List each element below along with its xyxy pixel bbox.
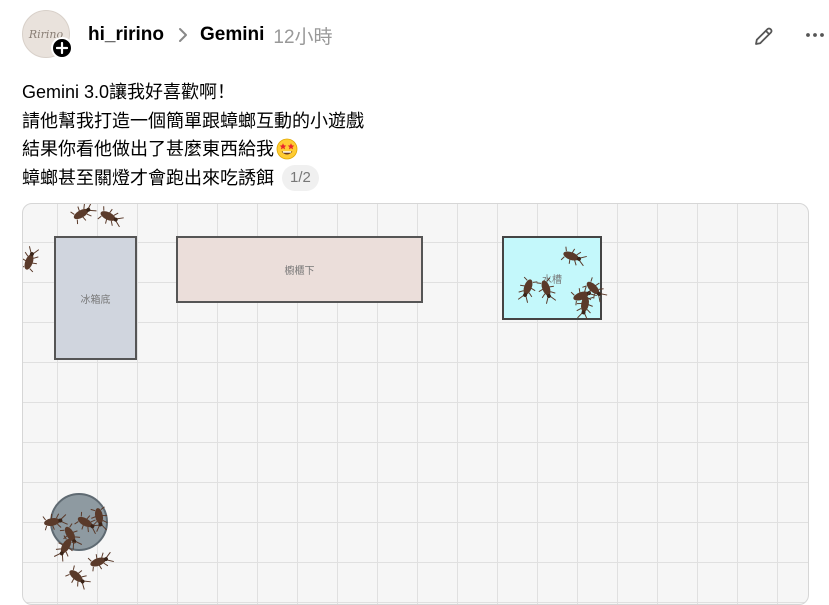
cockroach-icon (70, 204, 97, 225)
topic-link[interactable]: Gemini (200, 24, 264, 46)
zone-sink-label: 水槽 (542, 274, 562, 286)
post-line-4: 蟑螂甚至關燈才會跑出來吃誘餌 (22, 167, 274, 188)
zone-sink[interactable]: 水槽 (502, 236, 602, 320)
zone-fridge[interactable]: 冰箱底 (54, 236, 137, 360)
chevron-right-icon (179, 28, 188, 42)
zone-fridge-label: 冰箱底 (80, 294, 111, 306)
post-body: Gemini 3.0讓我好喜歡啊！ 請他幫我打造一個簡單跟蟑螂互動的小遊戲 結果… (22, 78, 364, 192)
cockroach-icon (23, 246, 40, 273)
cockroach-icon (87, 551, 114, 572)
post-header: hi_ririno Gemini 12小時 (88, 22, 333, 48)
game-screenshot[interactable]: 冰箱底 櫥櫃下 水槽 (22, 203, 809, 605)
post-line-1: Gemini 3.0讓我好喜歡啊！ (22, 82, 236, 102)
pencil-icon[interactable] (752, 24, 776, 48)
post-timestamp: 12小時 (273, 26, 333, 48)
ellipsis-icon[interactable] (804, 25, 826, 45)
zone-cabinet[interactable]: 櫥櫃下 (176, 236, 423, 303)
post-line-3: 結果你看他做出了甚麼東西給我 (22, 139, 274, 159)
post-line-2: 請他幫我打造一個簡單跟蟑螂互動的小遊戲 (22, 110, 364, 131)
follow-plus-button[interactable] (51, 37, 73, 59)
star-struck-emoji-icon (276, 138, 298, 160)
media-counter-badge: 1/2 (282, 164, 319, 191)
cockroach-icon (97, 206, 124, 228)
username-link[interactable]: hi_ririno (88, 24, 164, 46)
plus-icon (56, 42, 68, 54)
bait-trap[interactable] (50, 493, 108, 551)
zone-cabinet-label: 櫥櫃下 (284, 266, 315, 277)
cockroach-icon (65, 565, 91, 590)
